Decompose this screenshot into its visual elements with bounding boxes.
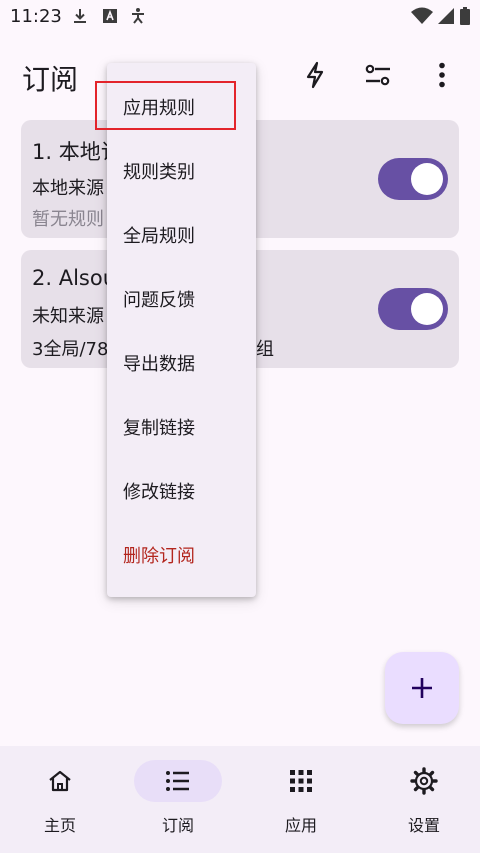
apps-grid-icon bbox=[290, 770, 312, 792]
menu-item-export-data[interactable]: 导出数据 bbox=[107, 331, 256, 395]
flash-icon bbox=[306, 61, 324, 89]
card-info: 暂无规则 bbox=[32, 209, 104, 230]
menu-item-feedback[interactable]: 问题反馈 bbox=[107, 267, 256, 331]
toggle-thumb bbox=[411, 163, 443, 195]
nav-indicator bbox=[380, 760, 468, 802]
list-icon bbox=[166, 771, 189, 791]
more-vert-icon bbox=[439, 62, 445, 88]
nav-label: 主页 bbox=[43, 816, 76, 835]
battery-icon bbox=[460, 7, 470, 25]
highlight-box bbox=[95, 81, 236, 130]
menu-item-delete-subscription[interactable]: 删除订阅 bbox=[107, 523, 256, 587]
menu-item-global-rules[interactable]: 全局规则 bbox=[107, 203, 256, 267]
nav-indicator bbox=[16, 760, 104, 802]
enable-toggle[interactable] bbox=[378, 288, 448, 330]
gear-icon bbox=[410, 767, 438, 795]
more-options-button[interactable] bbox=[427, 60, 457, 90]
nav-item-apps[interactable]: 应用 bbox=[241, 746, 361, 853]
nav-indicator bbox=[257, 760, 345, 802]
card-source: 未知来源 bbox=[32, 306, 104, 327]
card-title: 2. Alsou bbox=[32, 266, 117, 290]
menu-item-edit-link[interactable]: 修改链接 bbox=[107, 459, 256, 523]
nav-item-home[interactable]: 主页 bbox=[0, 746, 120, 853]
card-info: 3全局/78 bbox=[32, 339, 109, 360]
card-source: 本地来源 bbox=[32, 178, 104, 199]
menu-item-copy-link[interactable]: 复制链接 bbox=[107, 395, 256, 459]
accessibility-icon bbox=[132, 8, 144, 24]
plus-icon bbox=[412, 678, 432, 698]
nav-item-settings[interactable]: 设置 bbox=[364, 746, 480, 853]
bottom-navigation: 主页 订阅 应用 设置 bbox=[0, 746, 480, 853]
page-title: 订阅 bbox=[22, 63, 79, 96]
wifi-icon bbox=[411, 7, 433, 24]
nav-label: 应用 bbox=[284, 816, 317, 835]
toggle-thumb bbox=[411, 293, 443, 325]
context-menu: 应用规则 规则类别 全局规则 问题反馈 导出数据 复制链接 修改链接 删除订阅 bbox=[107, 63, 256, 597]
filter-settings-icon bbox=[365, 64, 390, 86]
font-icon bbox=[103, 9, 117, 23]
nav-item-subscriptions[interactable]: 订阅 bbox=[118, 746, 238, 853]
nav-label: 设置 bbox=[407, 816, 440, 835]
filter-settings-button[interactable] bbox=[363, 60, 393, 90]
status-bar: 11:23 bbox=[0, 0, 480, 34]
nav-label: 订阅 bbox=[161, 816, 194, 835]
card-info-tail: 组 bbox=[256, 339, 274, 360]
add-subscription-button[interactable] bbox=[385, 652, 459, 724]
cellular-icon bbox=[438, 8, 454, 24]
flash-button[interactable] bbox=[300, 60, 330, 90]
nav-indicator bbox=[134, 760, 222, 802]
enable-toggle[interactable] bbox=[378, 158, 448, 200]
status-time: 11:23 bbox=[10, 6, 62, 27]
home-icon bbox=[49, 770, 71, 792]
download-icon bbox=[74, 9, 86, 23]
menu-item-rule-categories[interactable]: 规则类别 bbox=[107, 139, 256, 203]
